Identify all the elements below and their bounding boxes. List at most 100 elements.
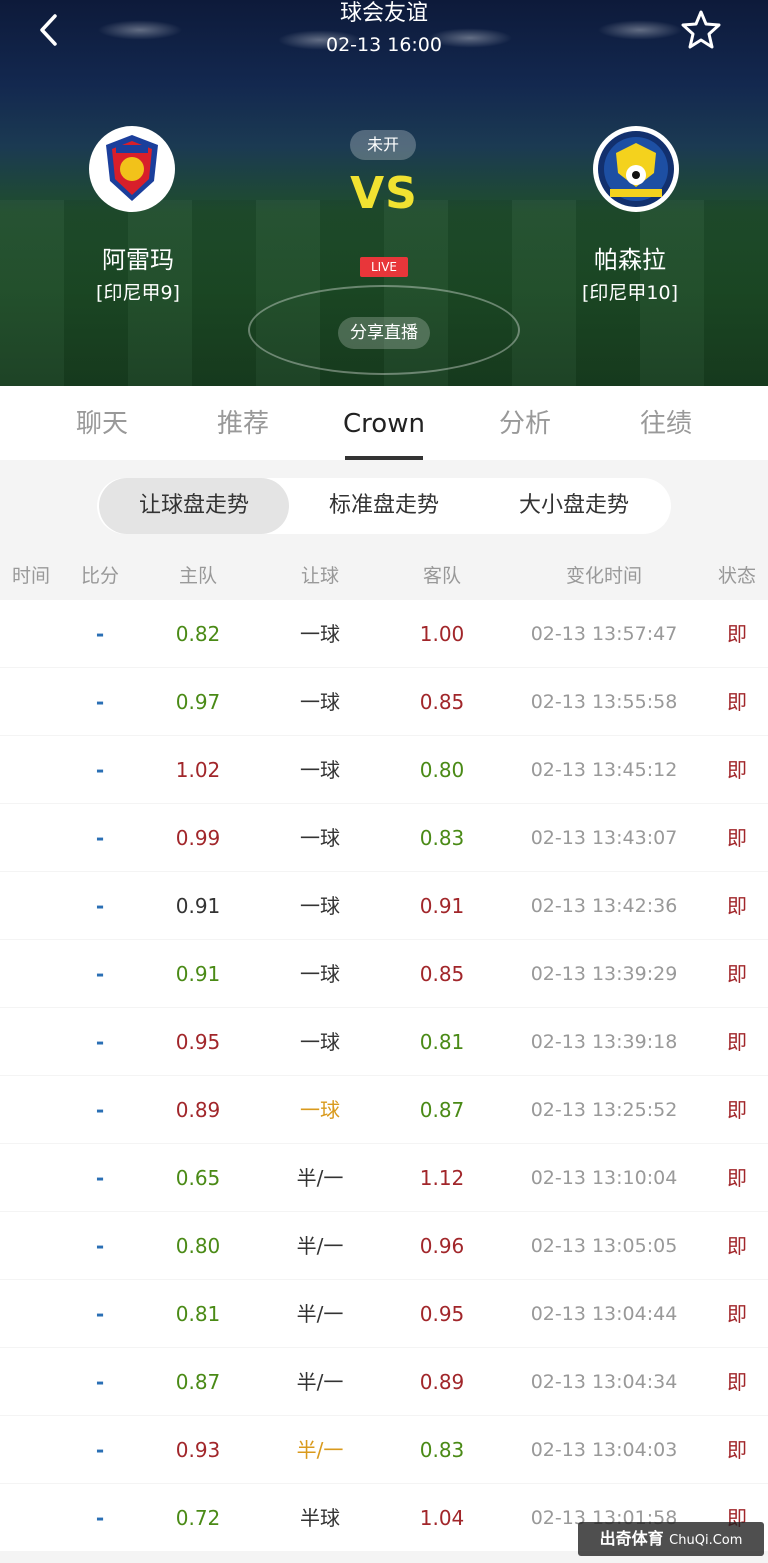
row-handicap: 一球	[300, 826, 340, 850]
row-home-odds: 0.82	[175, 622, 221, 646]
col-away: 客队	[422, 565, 461, 587]
row-time	[0, 736, 62, 803]
row-time	[0, 1076, 62, 1143]
row-home-odds: 0.91	[175, 962, 221, 986]
row-away-odds: 0.83	[419, 826, 465, 850]
row-home-odds: 0.80	[175, 1234, 221, 1258]
row-changed-time: 02-13 13:04:03	[530, 1439, 678, 1461]
watermark-text: 出奇体育	[599, 1529, 664, 1548]
row-status: 即	[727, 1166, 747, 1190]
row-handicap: 半/一	[296, 1370, 344, 1394]
vs-label: VS	[350, 168, 418, 219]
row-home-odds: 1.02	[175, 758, 221, 782]
tab-analysis[interactable]: 分析	[465, 386, 585, 460]
row-time	[0, 1212, 62, 1279]
row-score: -	[95, 1506, 105, 1530]
row-time	[0, 872, 62, 939]
col-changed-time: 变化时间	[565, 565, 642, 587]
active-tab-indicator	[345, 456, 423, 460]
row-handicap: 一球	[300, 622, 340, 646]
row-handicap: 一球	[300, 894, 340, 918]
row-time	[0, 1144, 62, 1211]
row-changed-time: 02-13 13:55:58	[530, 691, 678, 713]
row-home-odds: 0.93	[175, 1438, 221, 1462]
persela-crest-icon	[598, 131, 674, 207]
table-row: - 0.87 半/一 0.89 02-13 13:04:34 即	[0, 1348, 768, 1415]
row-time	[0, 1280, 62, 1347]
table-row: - 0.97 一球 0.85 02-13 13:55:58 即	[0, 668, 768, 735]
segment-over-under[interactable]: 大小盘走势	[479, 478, 669, 534]
row-status: 即	[727, 1234, 747, 1258]
star-outline-icon	[681, 10, 721, 49]
row-time	[0, 1008, 62, 1075]
odds-table-header: 时间 比分 主队 让球 客队 变化时间 状态	[0, 552, 768, 600]
row-changed-time: 02-13 13:57:47	[530, 623, 678, 645]
row-away-odds: 0.81	[419, 1030, 465, 1054]
row-home-odds: 0.87	[175, 1370, 221, 1394]
row-handicap: 半/一	[296, 1302, 344, 1326]
away-team-rank: [印尼甲10]	[581, 282, 678, 304]
site-watermark: 出奇体育 ChuQi.Com	[578, 1522, 764, 1556]
table-row: - 0.82 一球 1.00 02-13 13:57:47 即	[0, 600, 768, 667]
match-header: 球会友谊 02-13 16:00 阿雷玛 [印尼甲9] 帕森拉 [印尼甲10] …	[0, 0, 768, 386]
arema-crest-icon	[94, 131, 170, 207]
row-handicap: 半/一	[296, 1234, 344, 1258]
competition-title: 球会友谊	[339, 1, 428, 26]
row-home-odds: 0.81	[175, 1302, 221, 1326]
col-status: 状态	[717, 565, 756, 587]
segment-standard[interactable]: 标准盘走势	[289, 478, 479, 534]
table-row: - 0.65 半/一 1.12 02-13 13:10:04 即	[0, 1144, 768, 1211]
live-badge: LIVE	[360, 257, 408, 277]
row-away-odds: 0.96	[419, 1234, 465, 1258]
row-away-odds: 1.12	[419, 1166, 465, 1190]
row-home-odds: 0.91	[175, 894, 221, 918]
row-status: 即	[727, 1030, 747, 1054]
row-away-odds: 0.85	[419, 690, 465, 714]
favorite-button[interactable]	[676, 6, 726, 52]
row-status: 即	[727, 758, 747, 782]
row-status: 即	[727, 1438, 747, 1462]
row-time	[0, 668, 62, 735]
row-handicap: 半球	[300, 1506, 340, 1530]
table-row: - 0.80 半/一 0.96 02-13 13:05:05 即	[0, 1212, 768, 1279]
row-status: 即	[727, 1370, 747, 1394]
table-row: - 0.89 一球 0.87 02-13 13:25:52 即	[0, 1076, 768, 1143]
back-button[interactable]	[28, 12, 68, 48]
share-live-button[interactable]: 分享直播	[338, 317, 430, 349]
segment-handicap[interactable]: 让球盘走势	[99, 478, 289, 534]
row-status: 即	[727, 826, 747, 850]
row-away-odds: 0.83	[419, 1438, 465, 1462]
row-handicap: 半/一	[296, 1166, 344, 1190]
tab-history[interactable]: 往绩	[606, 386, 726, 460]
col-handicap: 让球	[300, 565, 339, 587]
tab-recommend[interactable]: 推荐	[183, 386, 303, 460]
col-time: 时间	[11, 565, 50, 587]
row-away-odds: 1.04	[419, 1506, 465, 1530]
col-home: 主队	[178, 565, 217, 587]
row-away-odds: 0.80	[419, 758, 465, 782]
row-changed-time: 02-13 13:05:05	[530, 1235, 678, 1257]
home-team-logo	[89, 126, 175, 212]
row-away-odds: 0.95	[419, 1302, 465, 1326]
row-status: 即	[727, 962, 747, 986]
row-status: 即	[727, 894, 747, 918]
tab-bar: 聊天 推荐 Crown 分析 往绩	[0, 386, 768, 460]
row-score: -	[95, 1030, 105, 1054]
row-time	[0, 1484, 62, 1551]
chevron-left-icon	[40, 14, 57, 46]
row-time	[0, 1416, 62, 1483]
tab-crown[interactable]: Crown	[324, 386, 444, 460]
row-home-odds: 0.89	[175, 1098, 221, 1122]
row-score: -	[95, 622, 105, 646]
tab-chat[interactable]: 聊天	[42, 386, 162, 460]
row-status: 即	[727, 1302, 747, 1326]
match-status-badge: 未开	[350, 130, 416, 160]
row-home-odds: 0.95	[175, 1030, 221, 1054]
home-team-name: 阿雷玛	[102, 246, 174, 274]
row-score: -	[95, 826, 105, 850]
row-score: -	[95, 962, 105, 986]
row-handicap: 一球	[300, 1098, 340, 1122]
row-score: -	[95, 758, 105, 782]
odds-type-segmented-control: 让球盘走势 标准盘走势 大小盘走势	[97, 478, 671, 534]
row-status: 即	[727, 1098, 747, 1122]
